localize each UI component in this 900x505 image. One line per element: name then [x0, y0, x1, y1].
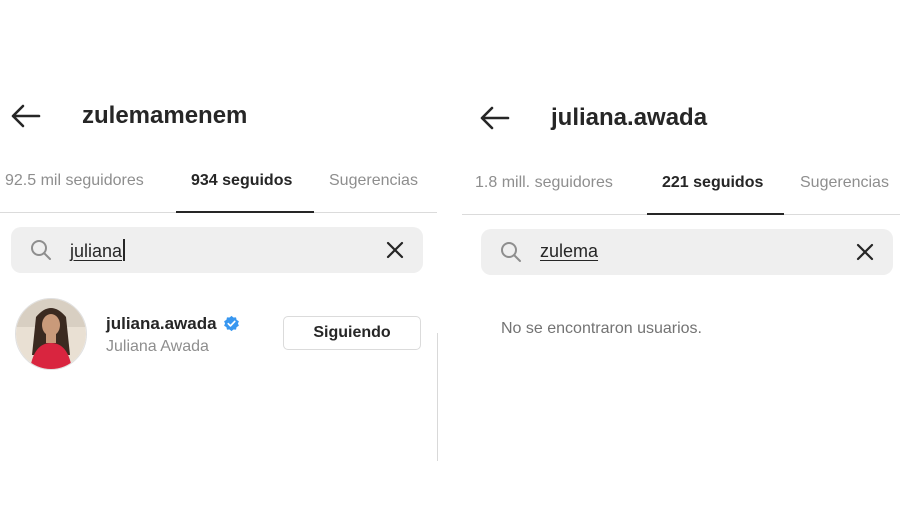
tab-following[interactable]: 934 seguidos — [191, 172, 292, 190]
username[interactable]: juliana.awada — [106, 314, 240, 334]
tab-following[interactable]: 221 seguidos — [662, 174, 763, 192]
empty-state-message: No se encontraron usuarios. — [501, 320, 702, 337]
header: juliana.awada — [462, 92, 900, 142]
active-tab-indicator — [176, 211, 314, 213]
tab-followers[interactable]: 92.5 mil seguidores — [5, 172, 144, 190]
search-icon — [31, 240, 51, 260]
verified-badge-icon — [223, 315, 239, 332]
arrow-left-icon — [11, 104, 41, 128]
list-item[interactable]: juliana.awada Juliana Awada Siguiendo — [0, 296, 437, 372]
text-cursor — [123, 239, 125, 261]
profile-title: zulemamenem — [82, 102, 248, 129]
search-input[interactable]: zulema — [540, 241, 598, 262]
follow-tabs: 92.5 mil seguidores 934 seguidos Sugeren… — [0, 160, 437, 213]
back-button[interactable] — [10, 102, 42, 130]
right-screen: juliana.awada 1.8 mill. seguidores 221 s… — [462, 0, 900, 505]
header: zulemamenem — [0, 92, 437, 142]
arrow-left-icon — [480, 106, 510, 130]
active-tab-indicator — [647, 213, 784, 215]
close-icon[interactable] — [385, 240, 405, 260]
search-input[interactable]: juliana — [70, 239, 125, 262]
panel-divider — [437, 333, 438, 461]
full-name: Juliana Awada — [106, 338, 209, 355]
tab-suggestions[interactable]: Sugerencias — [329, 172, 418, 190]
follow-tabs: 1.8 mill. seguidores 221 seguidos Sugere… — [462, 162, 900, 215]
tab-suggestions[interactable]: Sugerencias — [800, 174, 889, 192]
search-query: juliana — [70, 241, 123, 261]
profile-title: juliana.awada — [551, 104, 708, 131]
avatar-image — [16, 299, 86, 369]
search-field[interactable]: juliana — [11, 227, 423, 273]
back-button[interactable] — [479, 104, 511, 132]
following-button[interactable]: Siguiendo — [283, 316, 421, 350]
tab-followers[interactable]: 1.8 mill. seguidores — [475, 174, 613, 192]
search-field[interactable]: zulema — [481, 229, 893, 275]
search-icon — [501, 242, 521, 262]
left-screen: zulemamenem 92.5 mil seguidores 934 segu… — [0, 0, 437, 505]
avatar[interactable] — [15, 298, 87, 370]
close-icon[interactable] — [855, 242, 875, 262]
username-text: juliana.awada — [106, 314, 217, 333]
